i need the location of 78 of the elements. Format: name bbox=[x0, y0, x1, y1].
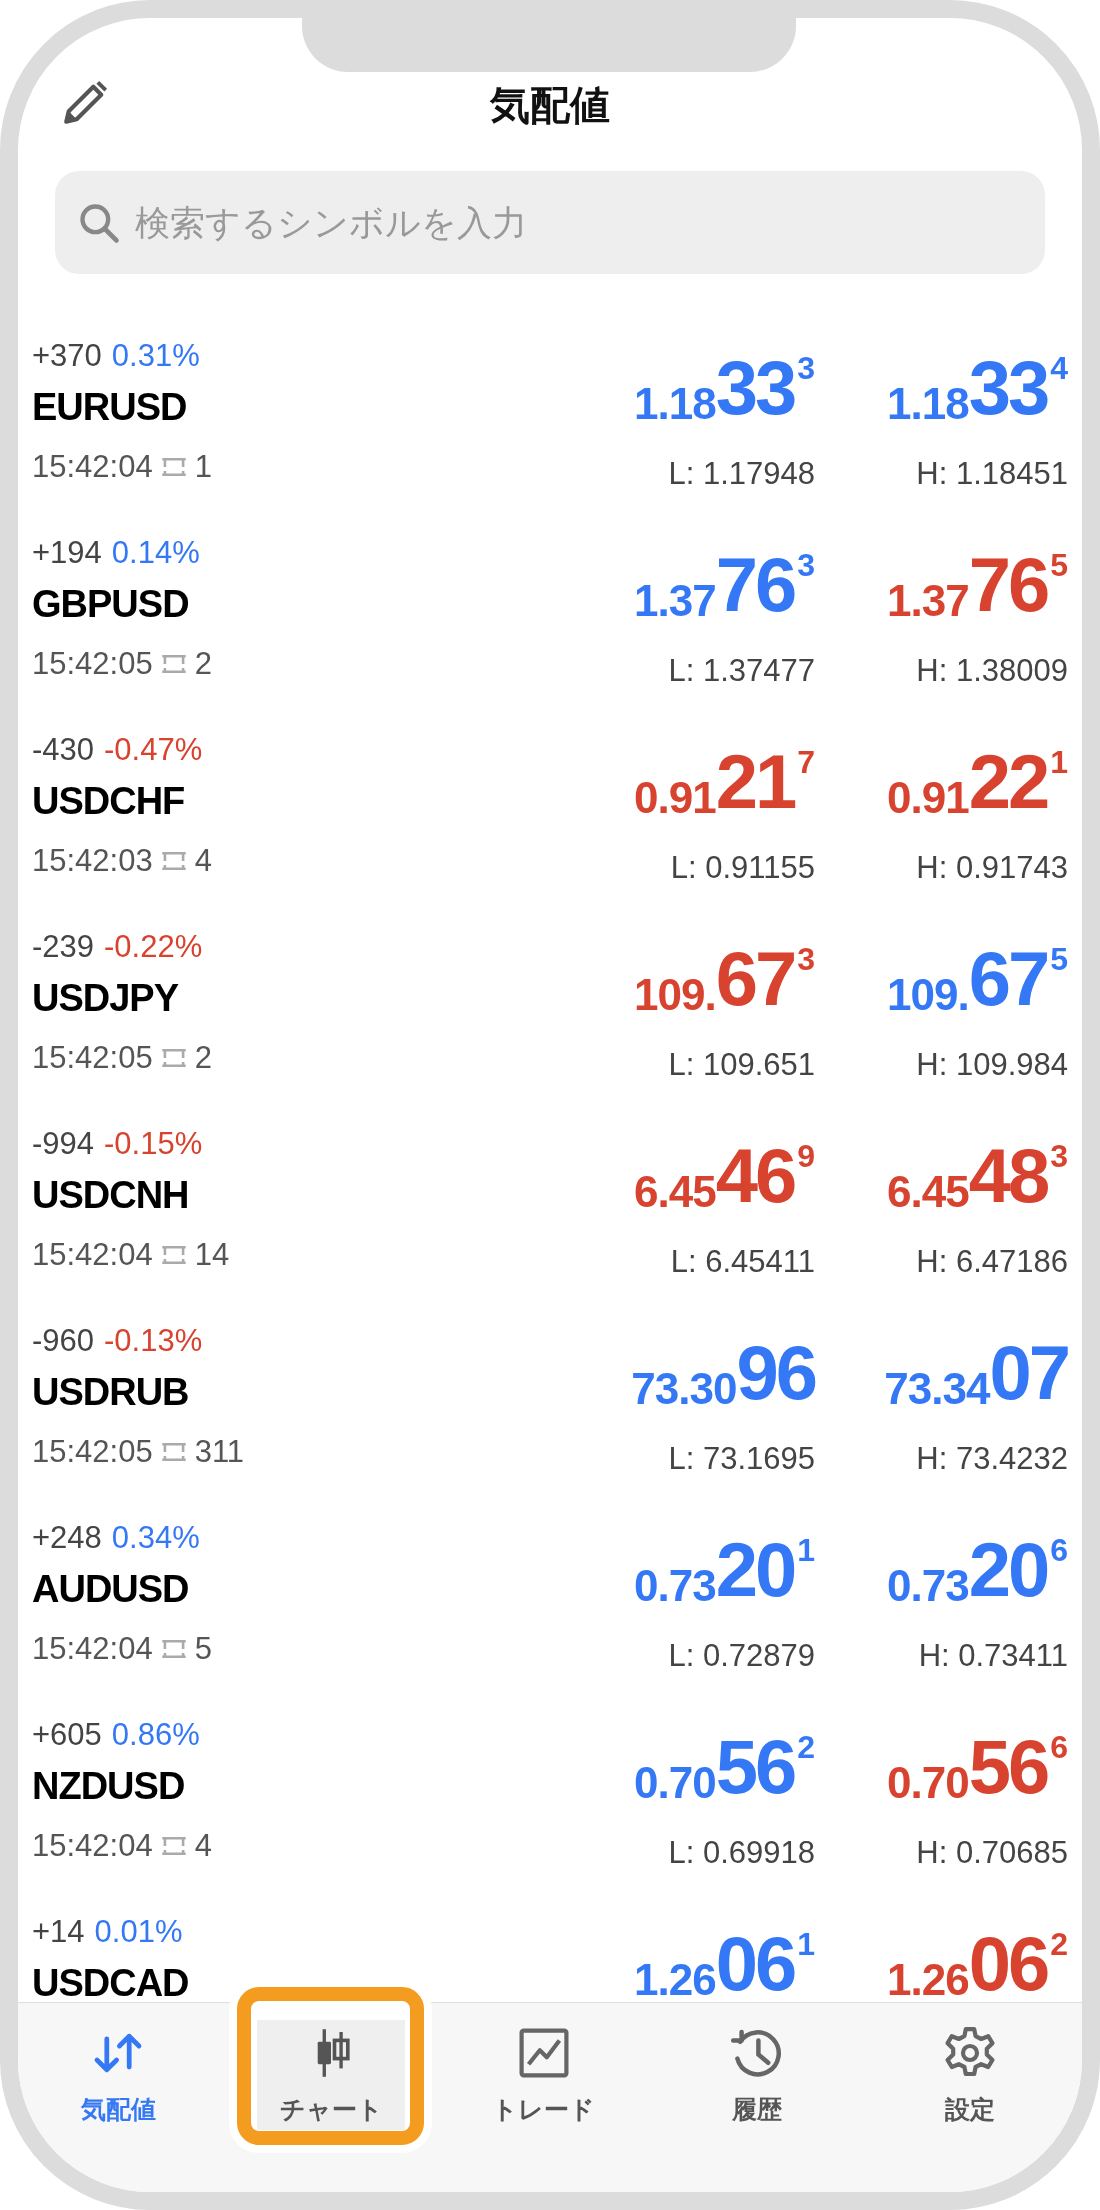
spread-value: 4 bbox=[194, 843, 212, 879]
tab[interactable]: チャート bbox=[257, 2020, 406, 2130]
spread-icon bbox=[160, 653, 187, 675]
spread-value: 2 bbox=[194, 646, 212, 682]
spread-icon bbox=[160, 1638, 187, 1660]
search-field[interactable]: 検索するシンボルを入力 bbox=[55, 171, 1045, 274]
high-price: H: 0.91743 bbox=[916, 850, 1068, 886]
change-percent: 0.34% bbox=[111, 1520, 200, 1556]
symbol-name: USDCHF bbox=[32, 778, 186, 824]
low-price: L: 0.69918 bbox=[668, 1835, 815, 1871]
symbol-name: USDRUB bbox=[32, 1369, 190, 1415]
change-percent: -0.15% bbox=[104, 1126, 203, 1162]
spread-icon bbox=[160, 1835, 187, 1857]
change-points: +248 bbox=[32, 1520, 102, 1556]
low-price: L: 6.45411 bbox=[670, 1244, 815, 1280]
search-icon bbox=[77, 201, 121, 245]
spread-icon bbox=[160, 850, 187, 872]
symbol-name: NZDUSD bbox=[32, 1763, 186, 1809]
change-percent: 0.31% bbox=[111, 338, 200, 374]
tab[interactable]: 気配値 bbox=[44, 2020, 193, 2130]
ask-price[interactable]: 73.3407 bbox=[884, 1335, 1068, 1419]
spread-value: 1 bbox=[194, 449, 212, 485]
low-price: L: 1.17948 bbox=[668, 456, 815, 492]
change-points: +194 bbox=[32, 535, 102, 571]
spread-icon bbox=[160, 1244, 187, 1266]
symbol-name: AUDUSD bbox=[32, 1566, 190, 1612]
change-points: -994 bbox=[32, 1126, 95, 1162]
quote-time: 15:42:05 bbox=[32, 646, 153, 682]
spread-icon bbox=[160, 1047, 187, 1069]
spread-icon bbox=[160, 456, 187, 478]
high-price: H: 0.73411 bbox=[918, 1638, 1068, 1674]
symbol-name: USDCNH bbox=[32, 1172, 190, 1218]
change-percent: -0.22% bbox=[104, 929, 203, 965]
low-price: L: 1.37477 bbox=[668, 653, 815, 689]
high-price: H: 109.984 bbox=[916, 1047, 1068, 1083]
change-percent: 0.14% bbox=[111, 535, 200, 571]
low-price: L: 0.72879 bbox=[668, 1638, 815, 1674]
change-percent: 0.01% bbox=[94, 1914, 183, 1950]
change-points: +14 bbox=[32, 1914, 85, 1950]
change-percent: -0.13% bbox=[104, 1323, 203, 1359]
quote-row[interactable]: -960 -0.13% USDRUB 15:42:05 311 73.3096 L: 73.1695 73.3407 H: 73.4232 bbox=[18, 1321, 1082, 1518]
symbol-name: EURUSD bbox=[32, 384, 188, 430]
quote-time: 15:42:04 bbox=[32, 1631, 153, 1667]
quote-time: 15:42:04 bbox=[32, 1237, 153, 1273]
spread-value: 2 bbox=[194, 1040, 212, 1076]
change-points: -960 bbox=[32, 1323, 95, 1359]
spread-value: 4 bbox=[194, 1828, 212, 1864]
spread-value: 5 bbox=[194, 1631, 212, 1667]
change-points: +605 bbox=[32, 1717, 102, 1753]
quote-time: 15:42:04 bbox=[32, 1828, 153, 1864]
high-price: H: 1.18451 bbox=[916, 456, 1068, 492]
change-points: -430 bbox=[32, 732, 95, 768]
spread-icon bbox=[160, 1441, 187, 1463]
tab[interactable]: トレード bbox=[470, 2020, 618, 2130]
high-price: H: 0.70685 bbox=[916, 1835, 1068, 1871]
change-percent: 0.86% bbox=[111, 1717, 200, 1753]
symbol-name: USDCAD bbox=[32, 1960, 190, 2002]
symbol-name: USDJPY bbox=[32, 975, 180, 1021]
spread-value: 311 bbox=[194, 1434, 245, 1470]
change-points: -239 bbox=[32, 929, 95, 965]
low-price: L: 0.91155 bbox=[670, 850, 815, 886]
quote-time: 15:42:05 bbox=[32, 1040, 153, 1076]
quote-time: 15:42:03 bbox=[32, 843, 153, 879]
tab[interactable]: 履歴 bbox=[682, 2020, 831, 2130]
bid-price[interactable]: 73.3096 bbox=[631, 1335, 815, 1419]
change-points: +370 bbox=[32, 338, 102, 374]
spread-value: 14 bbox=[194, 1237, 230, 1273]
change-percent: -0.47% bbox=[104, 732, 203, 768]
screen-title: 気配値 bbox=[490, 81, 610, 130]
low-price: L: 109.651 bbox=[668, 1047, 815, 1083]
tab[interactable]: 設定 bbox=[895, 2020, 1044, 2130]
low-price: L: 73.1695 bbox=[668, 1441, 815, 1477]
quote-time: 15:42:05 bbox=[32, 1434, 153, 1470]
high-price: H: 1.38009 bbox=[916, 653, 1068, 689]
symbol-name: GBPUSD bbox=[32, 581, 190, 627]
high-price: H: 73.4232 bbox=[916, 1441, 1068, 1477]
high-price: H: 6.47186 bbox=[916, 1244, 1068, 1280]
quote-time: 15:42:04 bbox=[32, 449, 153, 485]
